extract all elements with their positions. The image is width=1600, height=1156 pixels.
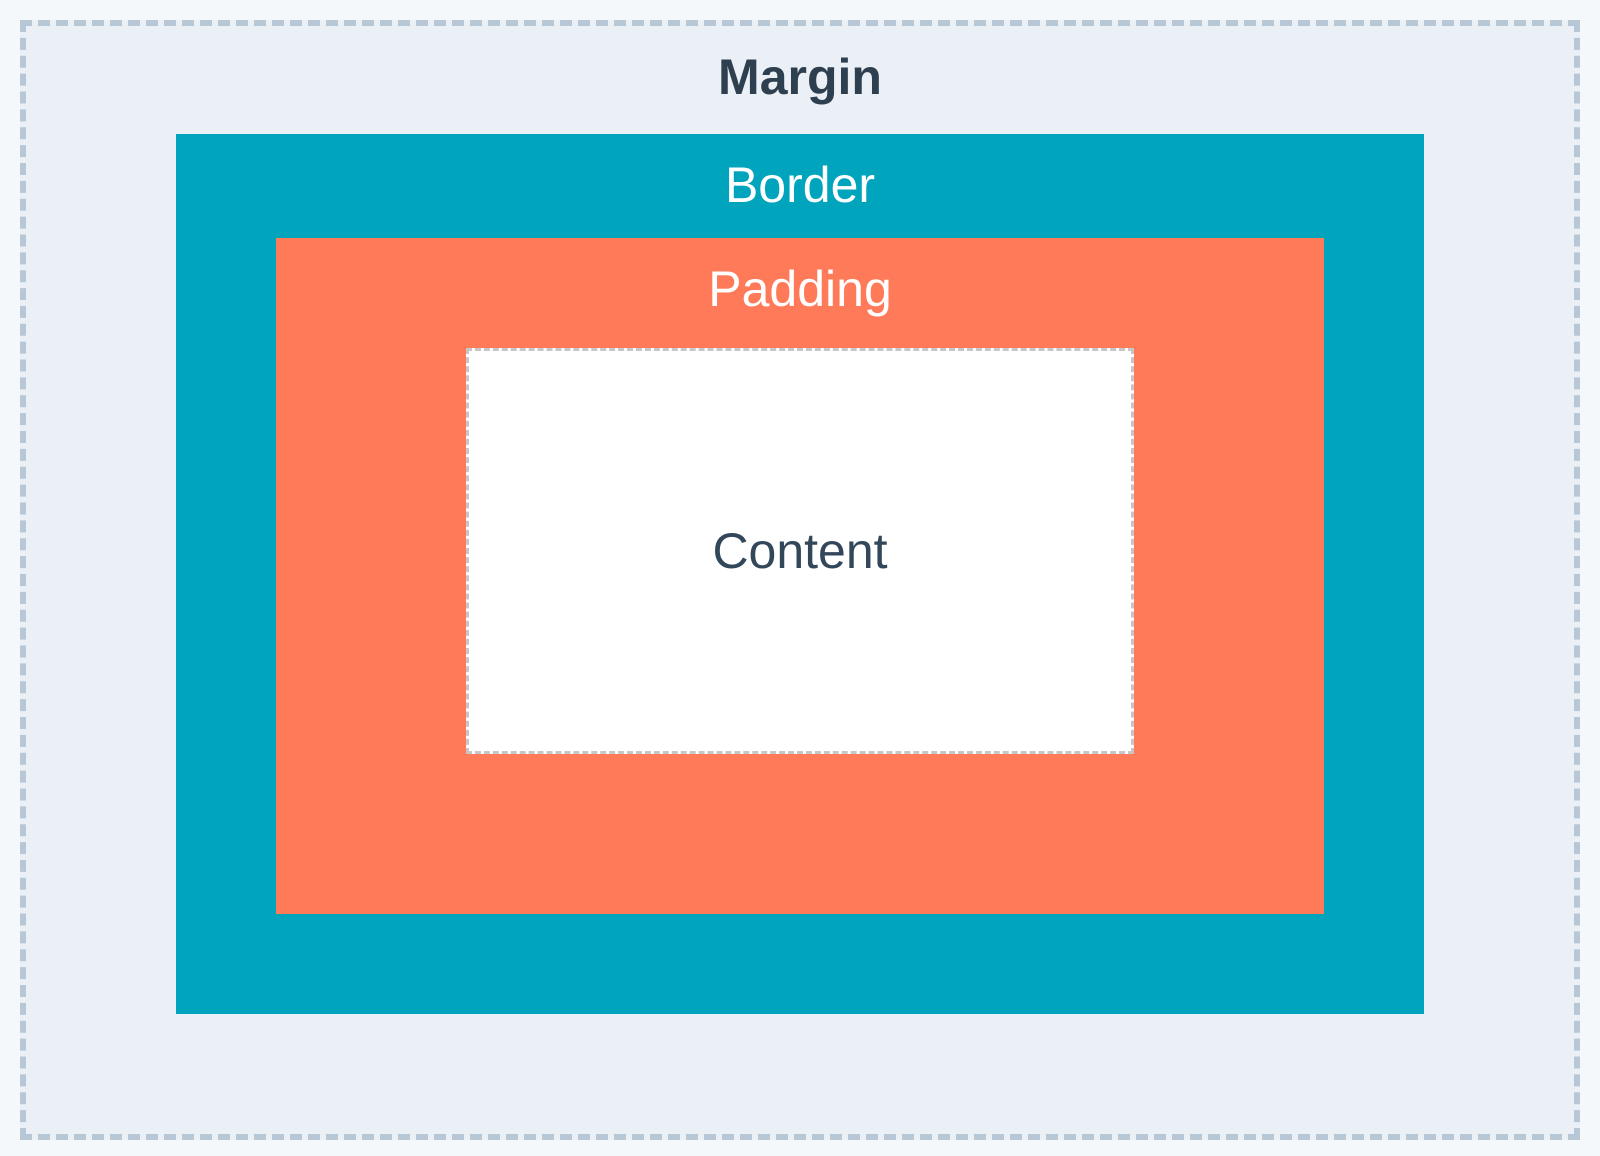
- padding-label: Padding: [466, 260, 1134, 318]
- content-label: Content: [712, 522, 887, 580]
- border-label: Border: [276, 156, 1324, 214]
- padding-box: Padding Content: [276, 238, 1324, 914]
- border-box: Border Padding Content: [176, 134, 1424, 1014]
- margin-box: Margin Border Padding Content: [20, 20, 1580, 1140]
- content-box: Content: [466, 348, 1134, 754]
- margin-label: Margin: [176, 48, 1424, 106]
